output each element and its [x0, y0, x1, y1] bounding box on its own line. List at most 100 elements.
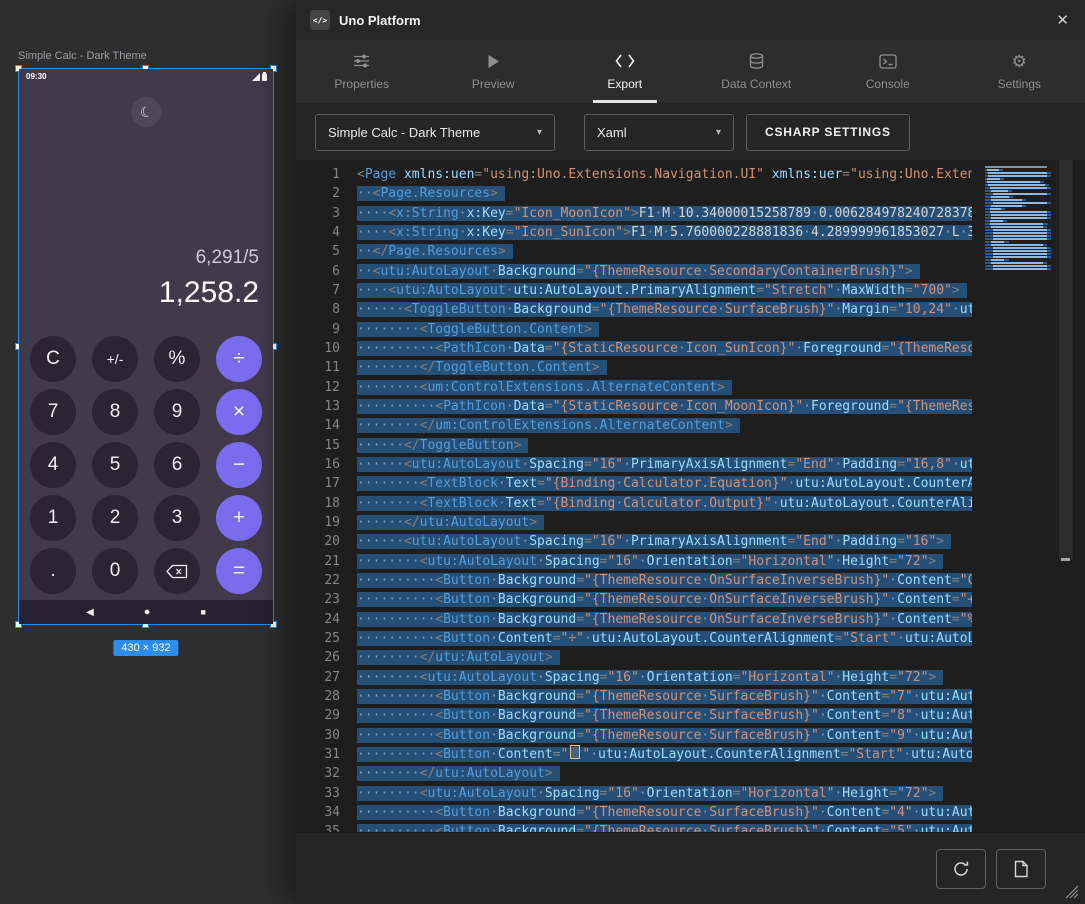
titlebar[interactable]: </> Uno Platform ✕	[296, 0, 1085, 40]
status-icons	[252, 72, 267, 81]
code-line[interactable]: 35··········<Button·Background="{ThemeRe…	[296, 822, 972, 832]
calc-key-plus-minus[interactable]: +/-	[92, 336, 138, 382]
code-line[interactable]: 27········<utu:AutoLayout·Spacing="16"·O…	[296, 668, 972, 687]
code-line[interactable]: 23··········<Button·Background="{ThemeRe…	[296, 590, 972, 609]
calc-key-1[interactable]: 1	[30, 495, 76, 541]
line-number: 29	[296, 706, 357, 725]
tab-data-context[interactable]: Data Context	[691, 40, 823, 103]
minimap-line	[985, 205, 1026, 207]
code-line[interactable]: 28··········<Button·Background="{ThemeRe…	[296, 687, 972, 706]
code-line[interactable]: 19······</utu:AutoLayout>	[296, 513, 972, 532]
line-number: 8	[296, 300, 357, 319]
resize-grip[interactable]	[1065, 885, 1079, 899]
calc-key-decimal[interactable]: .	[30, 548, 76, 594]
code-line[interactable]: 17········<TextBlock·Text="{Binding·Calc…	[296, 474, 972, 493]
code-line[interactable]: 34··········<Button·Background="{ThemeRe…	[296, 803, 972, 822]
calc-key-5[interactable]: 5	[92, 442, 138, 488]
uno-platform-window: </> Uno Platform ✕ Properties Pr	[296, 0, 1085, 904]
code-line[interactable]: 20······<utu:AutoLayout·Spacing="16"·Pri…	[296, 532, 972, 551]
code-line[interactable]: 8······<ToggleButton·Background="{ThemeR…	[296, 300, 972, 319]
code-line[interactable]: 15······</ToggleButton>	[296, 436, 972, 455]
phone-screen: 09:30 ☾ 6,291/5 1,258.2 C+/-%÷789×456−12…	[19, 69, 273, 624]
calc-output: 1,258.2	[33, 276, 259, 310]
code-line[interactable]: 26········</utu:AutoLayout>	[296, 648, 972, 667]
calc-key-equals[interactable]: =	[216, 548, 262, 594]
code-line[interactable]: 3····<x:String·x:Key="Icon_MoonIcon">F1·…	[296, 204, 972, 223]
tab-properties[interactable]: Properties	[296, 40, 428, 103]
calc-key-0[interactable]: 0	[92, 548, 138, 594]
code-line[interactable]: 25··········<Button·Content="÷"·utu:Auto…	[296, 629, 972, 648]
close-button[interactable]: ✕	[1054, 7, 1071, 33]
gear-icon: ⚙	[1012, 53, 1027, 70]
calc-key-clear[interactable]: C	[30, 336, 76, 382]
code-line[interactable]: 9········<ToggleButton.Content>	[296, 320, 972, 339]
calc-key-divide[interactable]: ÷	[216, 336, 262, 382]
code-line[interactable]: 30··········<Button·Background="{ThemeRe…	[296, 726, 972, 745]
minimap-line	[985, 190, 1012, 192]
page-select[interactable]: Simple Calc - Dark Theme ▾	[315, 114, 555, 151]
minimap-line	[985, 175, 1051, 177]
code-line[interactable]: 16······<utu:AutoLayout·Spacing="16"·Pri…	[296, 455, 972, 474]
calc-key-minus[interactable]: −	[216, 442, 262, 488]
format-select[interactable]: Xaml ▾	[584, 114, 734, 151]
refresh-button[interactable]	[936, 849, 986, 889]
line-number: 27	[296, 668, 357, 687]
code-line[interactable]: 7····<utu:AutoLayout·utu:AutoLayout.Prim…	[296, 281, 972, 300]
calc-key-backspace[interactable]	[154, 548, 200, 594]
code-line[interactable]: 31··········<Button·Content=""·utu:AutoL…	[296, 745, 972, 764]
nav-back-icon[interactable]: ◀	[86, 607, 94, 618]
tab-console[interactable]: Console	[822, 40, 954, 103]
export-file-button[interactable]	[996, 849, 1046, 889]
code-line[interactable]: 6··<utu:AutoLayout·Background="{ThemeRes…	[296, 262, 972, 281]
calc-key-7[interactable]: 7	[30, 389, 76, 435]
minimap-line	[985, 199, 1026, 201]
calc-key-8[interactable]: 8	[92, 389, 138, 435]
tab-preview[interactable]: Preview	[428, 40, 560, 103]
code-line[interactable]: 24··········<Button·Background="{ThemeRe…	[296, 610, 972, 629]
calc-key-9[interactable]: 9	[154, 389, 200, 435]
code-line[interactable]: 1<Page xmlns:uen="using:Uno.Extensions.N…	[296, 165, 972, 184]
code-line[interactable]: 14········</um:ControlExtensions.Alterna…	[296, 416, 972, 435]
code-lines: 1<Page xmlns:uen="using:Uno.Extensions.N…	[296, 165, 972, 832]
code-line[interactable]: 13··········<PathIcon·Data="{StaticResou…	[296, 397, 972, 416]
code-line[interactable]: 29··········<Button·Background="{ThemeRe…	[296, 706, 972, 725]
minimap-line	[985, 193, 1051, 195]
calc-key-plus[interactable]: +	[216, 495, 262, 541]
code-line[interactable]: 11········</ToggleButton.Content>	[296, 358, 972, 377]
calc-key-4[interactable]: 4	[30, 442, 76, 488]
code-line[interactable]: 4····<x:String·x:Key="Icon_SunIcon">F1·M…	[296, 223, 972, 242]
code-line[interactable]: 22··········<Button·Background="{ThemeRe…	[296, 571, 972, 590]
nav-recents-icon[interactable]: ■	[200, 607, 205, 617]
calc-key-percent[interactable]: %	[154, 336, 200, 382]
nav-home-icon[interactable]: ●	[144, 606, 151, 618]
line-number: 14	[296, 416, 357, 435]
code-line[interactable]: 5··</Page.Resources>	[296, 242, 972, 261]
code-line[interactable]: 32········</utu:AutoLayout>	[296, 764, 972, 783]
code-editor[interactable]: 1<Page xmlns:uen="using:Uno.Extensions.N…	[296, 160, 1085, 832]
line-number: 3	[296, 204, 357, 223]
database-icon	[749, 53, 764, 70]
tab-export[interactable]: Export	[559, 40, 691, 103]
theme-toggle-button[interactable]: ☾	[131, 97, 161, 127]
artboard-size-badge: 430 × 932	[113, 640, 178, 656]
scrollbar-thumb[interactable]	[1059, 160, 1073, 560]
line-number: 24	[296, 610, 357, 629]
moon-icon: ☾	[138, 103, 154, 120]
csharp-settings-button[interactable]: CSHARP SETTINGS	[746, 114, 910, 151]
code-line[interactable]: 2··<Page.Resources>	[296, 184, 972, 203]
phone-preview-selection[interactable]: 09:30 ☾ 6,291/5 1,258.2 C+/-%÷789×456−12…	[18, 68, 274, 625]
calc-equation: 6,291/5	[33, 247, 259, 269]
calc-key-2[interactable]: 2	[92, 495, 138, 541]
calc-key-6[interactable]: 6	[154, 442, 200, 488]
vertical-scrollbar[interactable]	[1059, 160, 1073, 832]
minimap[interactable]	[985, 166, 1057, 271]
tab-settings[interactable]: ⚙ Settings	[954, 40, 1085, 103]
code-line[interactable]: 18········<TextBlock·Text="{Binding·Calc…	[296, 494, 972, 513]
code-line[interactable]: 10··········<PathIcon·Data="{StaticResou…	[296, 339, 972, 358]
calc-key-multiply[interactable]: ×	[216, 389, 262, 435]
line-number: 4	[296, 223, 357, 242]
code-line[interactable]: 12········<um:ControlExtensions.Alternat…	[296, 378, 972, 397]
code-line[interactable]: 33········<utu:AutoLayout·Spacing="16"·O…	[296, 784, 972, 803]
code-line[interactable]: 21········<utu:AutoLayout·Spacing="16"·O…	[296, 552, 972, 571]
calc-key-3[interactable]: 3	[154, 495, 200, 541]
